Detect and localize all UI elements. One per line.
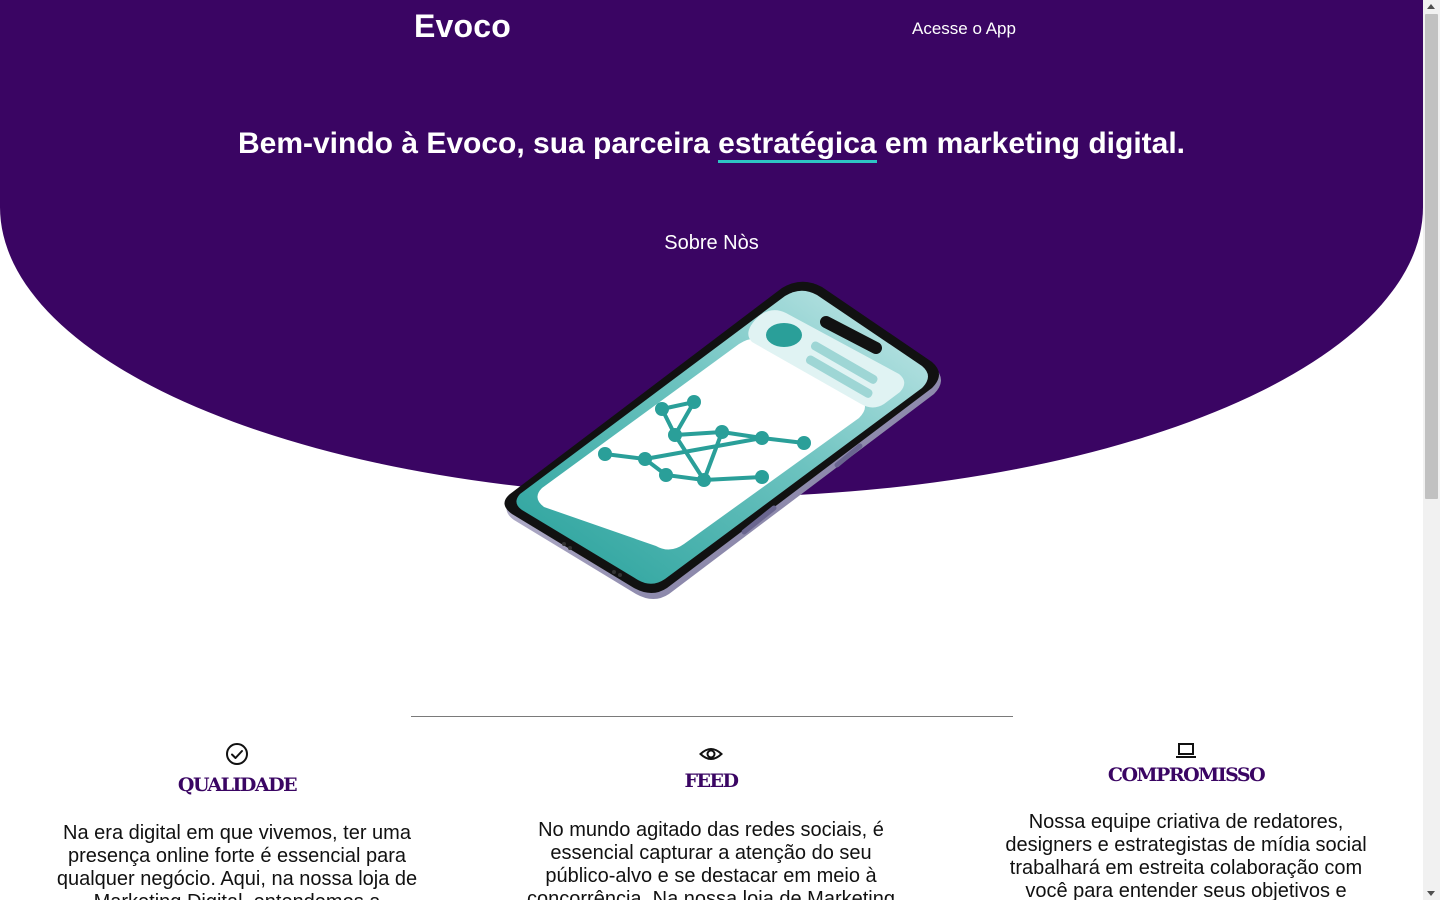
headline-text-start: Bem-vindo à Evoco, sua parceira	[237, 127, 719, 160]
hero-headline: Bem-vindo à Evoco, sua parceira estratég…	[0, 127, 1423, 163]
smartphone-network-illustration	[504, 281, 941, 599]
vertical-scrollbar[interactable]	[1423, 0, 1440, 900]
feature-description: No mundo agitado das redes sociais, é es…	[527, 819, 895, 900]
section-divider	[411, 716, 1013, 717]
check-circle-icon	[226, 743, 248, 765]
app-access-link[interactable]: Acesse o App	[912, 19, 1016, 39]
feature-feed: FEED No mundo agitado das redes sociais,…	[526, 742, 896, 900]
feature-title: COMPROMISSO	[1107, 764, 1266, 786]
feature-title: FEED	[684, 770, 739, 792]
scroll-down-arrow-icon[interactable]	[1427, 891, 1435, 896]
scroll-up-arrow-icon[interactable]	[1427, 4, 1435, 9]
headline-text-end: em marketing digital.	[876, 127, 1186, 160]
landing-page: Evoco Acesse o App Bem-vindo à Evoco, su…	[0, 0, 1423, 900]
feature-description: Na era digital em que vivemos, ter uma p…	[56, 822, 418, 900]
eye-icon	[699, 748, 723, 760]
feature-description: Nossa equipe criativa de redatores, desi…	[1005, 811, 1367, 900]
about-us-button[interactable]: Sobre Nòs	[0, 232, 1423, 255]
headline-highlight: estratégica	[718, 128, 877, 163]
laptop-icon	[1176, 743, 1196, 758]
scrollbar-thumb[interactable]	[1425, 14, 1438, 499]
brand-logo[interactable]: Evoco	[414, 8, 511, 45]
feature-title: QUALIDADE	[177, 774, 298, 796]
feature-commitment: COMPROMISSO Nossa equipe criativa de red…	[1000, 741, 1372, 900]
feature-quality: QUALIDADE Na era digital em que vivemos,…	[52, 742, 422, 900]
